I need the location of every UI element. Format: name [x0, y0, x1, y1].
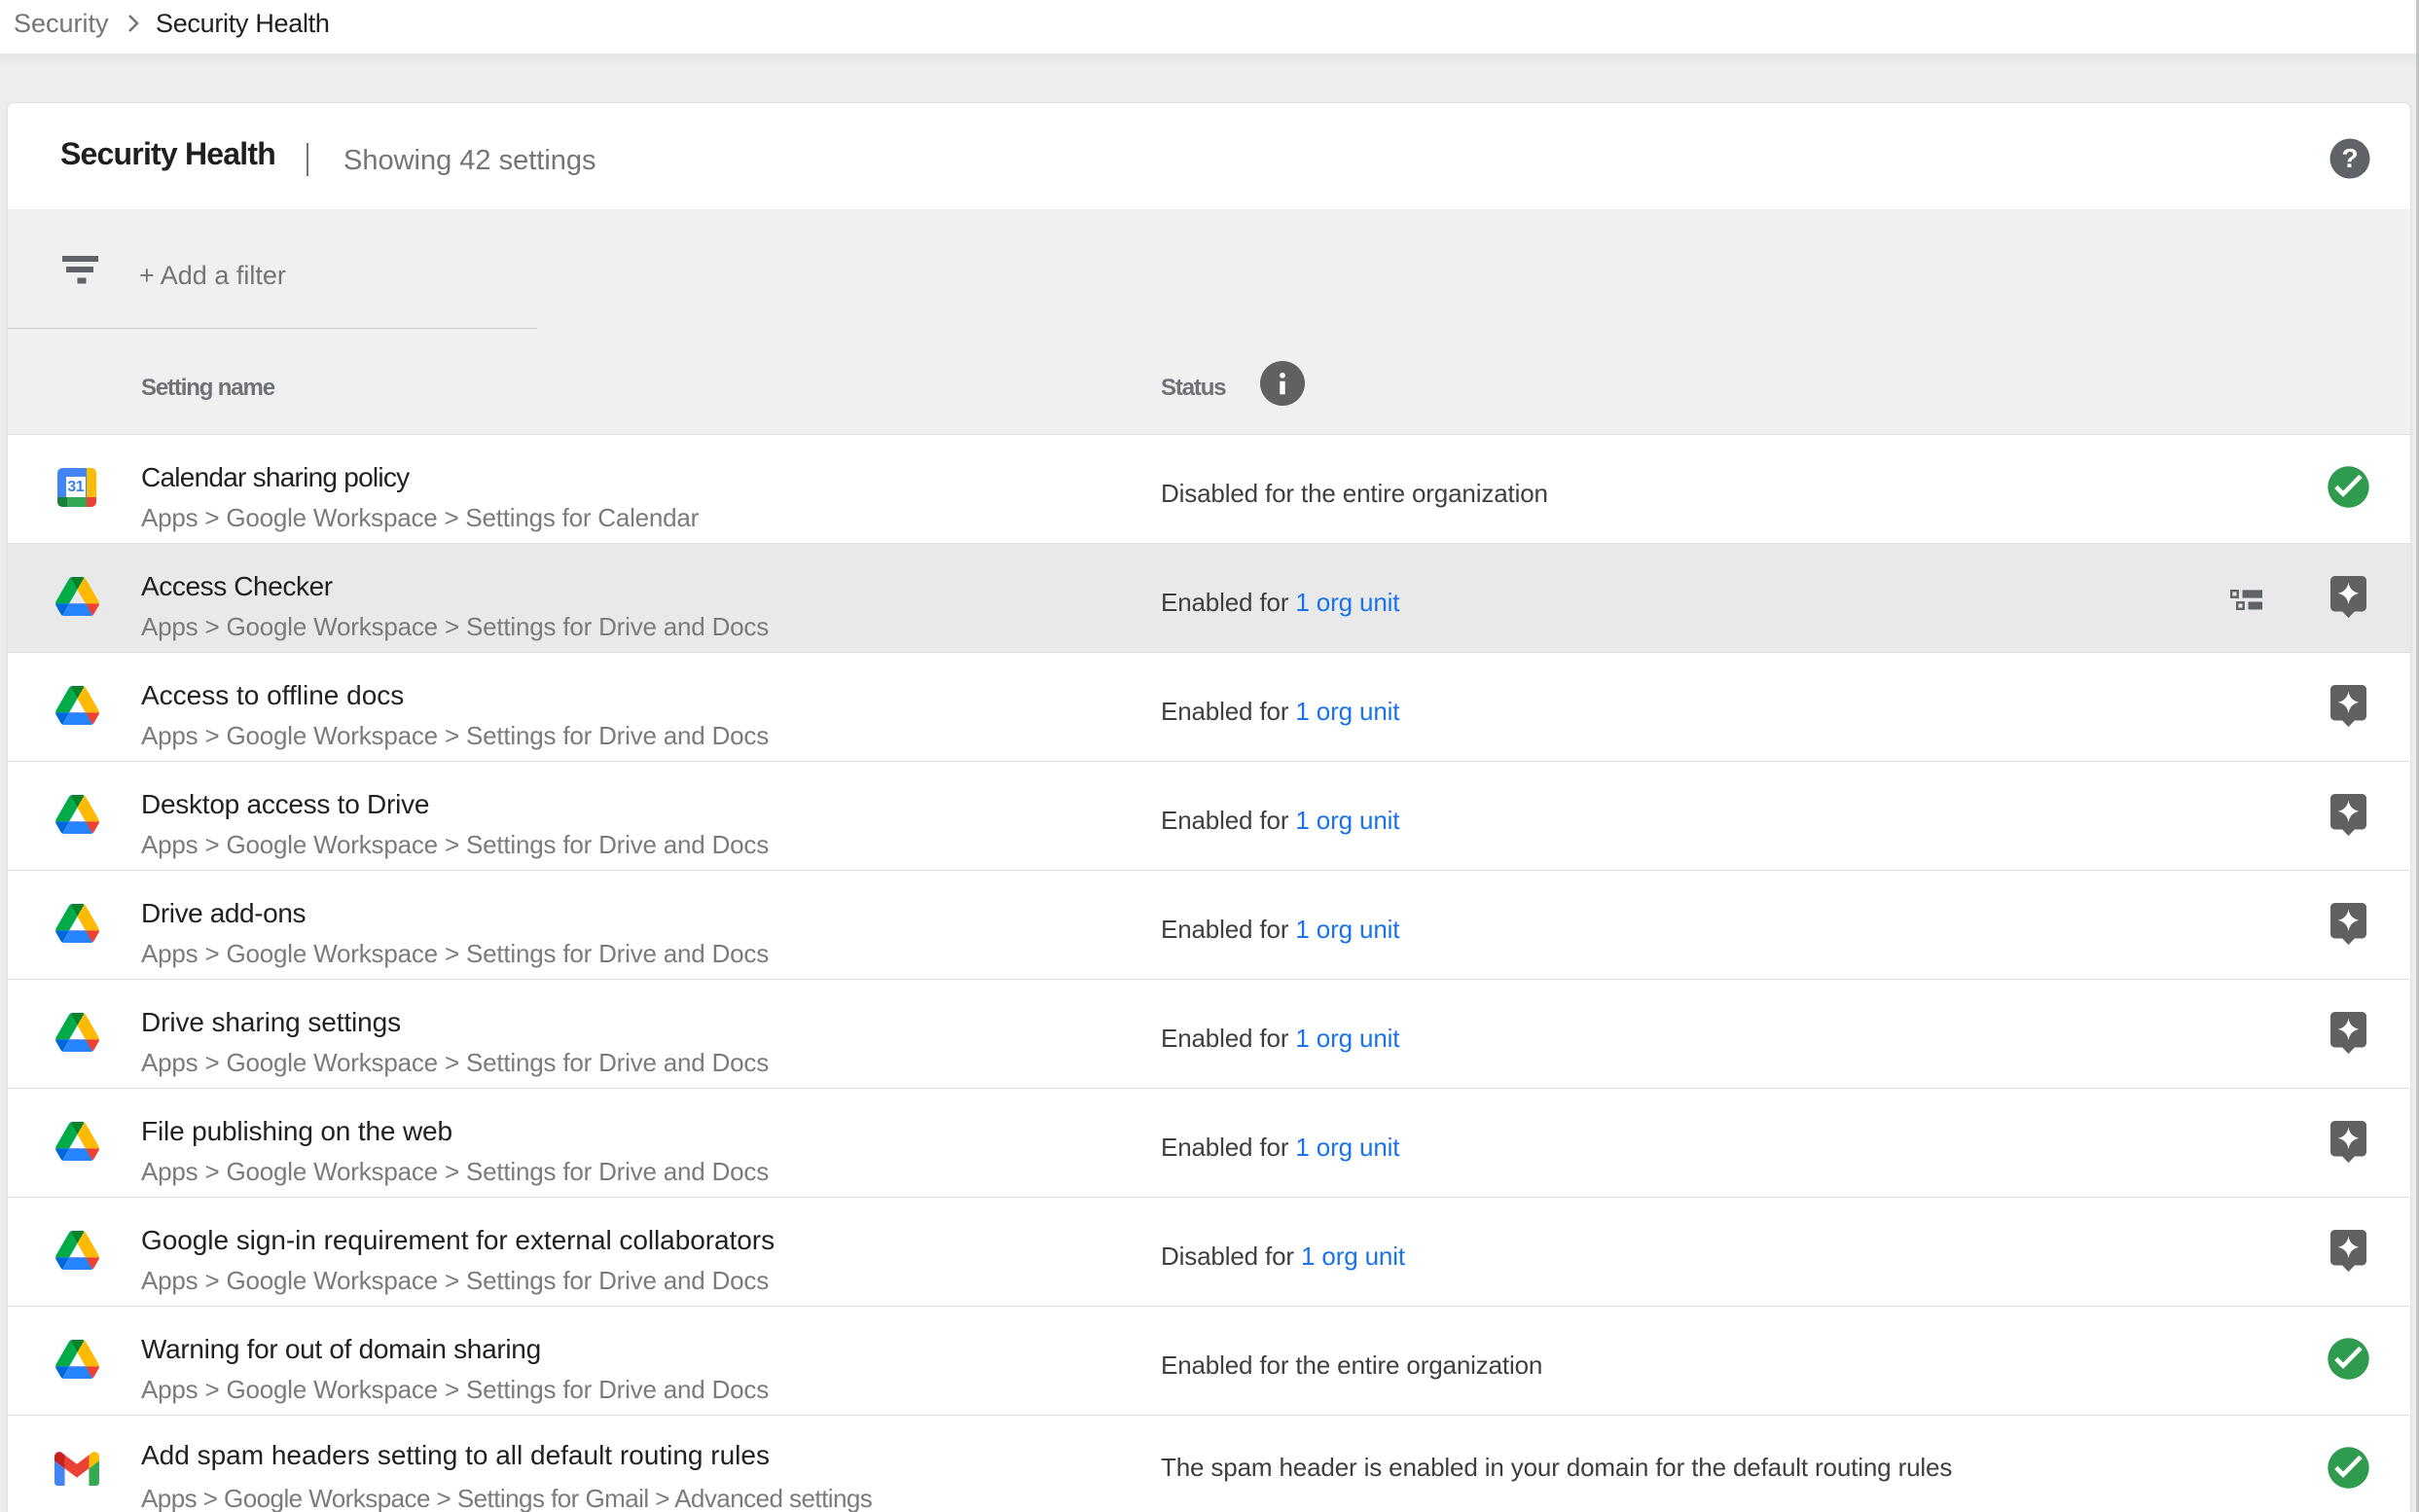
svg-text:?: ? — [2341, 143, 2358, 173]
